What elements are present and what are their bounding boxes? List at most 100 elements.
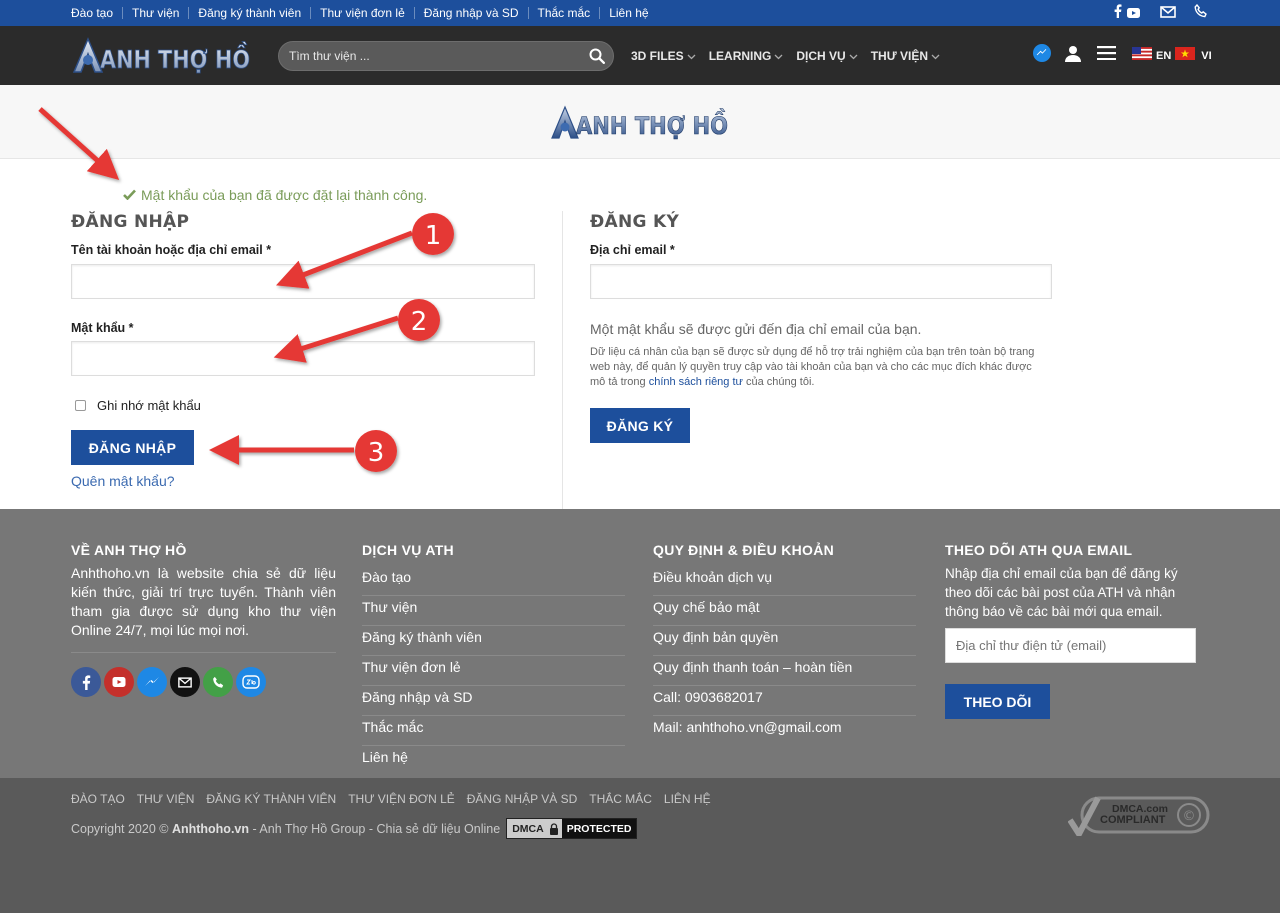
username-label: Tên tài khoản hoặc địa chỉ email * bbox=[71, 243, 271, 257]
password-label-text: Mật khẩu bbox=[71, 321, 126, 335]
remember-checkbox[interactable] bbox=[75, 400, 86, 411]
nav-dich-vu[interactable]: DỊCH VỤ bbox=[796, 49, 858, 63]
search-input[interactable] bbox=[279, 42, 569, 70]
youtube-icon[interactable] bbox=[1127, 5, 1140, 23]
footer-link[interactable]: Mail: anhthoho.vn@gmail.com bbox=[653, 716, 916, 746]
lang-en[interactable]: EN bbox=[1156, 50, 1171, 62]
nav-thu-vien[interactable]: THƯ VIỆN bbox=[871, 49, 940, 63]
username-field-wrap bbox=[71, 264, 535, 299]
footer-link[interactable]: Quy định bản quyền bbox=[653, 626, 916, 656]
bottom-link[interactable]: ĐĂNG KÝ THÀNH VIÊN bbox=[206, 792, 336, 806]
nav-label: 3D FILES bbox=[631, 48, 684, 63]
top-link-thac-mac[interactable]: Thắc mắc bbox=[529, 7, 601, 19]
nav-label: THƯ VIỆN bbox=[870, 48, 928, 63]
banner-logo: ANH THỢ HỒ bbox=[550, 105, 732, 146]
footer-link[interactable]: Thư viện đơn lẻ bbox=[362, 656, 625, 686]
footer-link[interactable]: Call: 0903682017 bbox=[653, 686, 916, 716]
footer-link[interactable]: Đăng ký thành viên bbox=[362, 626, 625, 656]
top-link-dao-tao[interactable]: Đào tạo bbox=[62, 7, 124, 19]
footer-policies: QUY ĐỊNH & ĐIỀU KHOẢN Điều khoản dịch vụ… bbox=[653, 542, 916, 746]
forgot-password-link[interactable]: Quên mật khẩu? bbox=[71, 473, 175, 489]
top-link-dang-nhap[interactable]: Đăng nhập và SD bbox=[415, 7, 529, 19]
nav-learning[interactable]: LEARNING bbox=[709, 49, 784, 63]
subscribe-email-field[interactable] bbox=[946, 629, 1195, 662]
copyright: Copyright 2020 © Anhthoho.vn - Anh Thợ H… bbox=[71, 818, 638, 839]
chevron-down-icon bbox=[687, 49, 696, 63]
nav-3d-files[interactable]: 3D FILES bbox=[631, 49, 696, 63]
facebook-icon[interactable] bbox=[1114, 4, 1122, 23]
header-actions: EN VI bbox=[1033, 26, 1212, 85]
footer-link[interactable]: Thư viện bbox=[362, 596, 625, 626]
bottom-link[interactable]: THƯ VIỆN bbox=[137, 792, 195, 806]
search-box bbox=[278, 41, 614, 71]
search-icon[interactable] bbox=[589, 48, 605, 69]
top-link-thu-vien[interactable]: Thư viện bbox=[123, 7, 190, 19]
password-label: Mật khẩu * bbox=[71, 321, 134, 335]
menu-icon[interactable] bbox=[1097, 46, 1116, 65]
nav-label: LEARNING bbox=[708, 48, 772, 63]
top-link-dang-ky[interactable]: Đăng ký thành viên bbox=[189, 7, 312, 19]
copyright-site[interactable]: Anhthoho.vn bbox=[172, 822, 249, 836]
register-email-wrap bbox=[590, 264, 1052, 299]
main-nav: 3D FILES LEARNING DỊCH VỤ THƯ VIỆN bbox=[631, 26, 953, 85]
bottom-link[interactable]: THƯ VIỆN ĐƠN LẺ bbox=[348, 792, 455, 806]
register-email-label-text: Địa chỉ email bbox=[590, 243, 667, 257]
remember-row: Ghi nhớ mật khẩu bbox=[75, 398, 201, 413]
chevron-down-icon bbox=[849, 49, 858, 63]
footer-services-heading: DỊCH VỤ ATH bbox=[362, 542, 454, 558]
site-logo[interactable]: ANH THỢ HỒ bbox=[72, 36, 252, 76]
privacy-policy-link[interactable]: chính sách riêng tư bbox=[649, 376, 743, 388]
us-flag-icon[interactable] bbox=[1132, 46, 1152, 65]
dmca-compliant-badge[interactable]: © DMCA.com COMPLIANT bbox=[1067, 794, 1210, 840]
footer-link[interactable]: Điều khoản dịch vụ bbox=[653, 566, 916, 596]
footer-link[interactable]: Quy định thanh toán – hoàn tiền bbox=[653, 656, 916, 686]
messenger-icon[interactable] bbox=[1033, 44, 1051, 67]
required-mark: * bbox=[266, 243, 272, 257]
bottom-links: ĐÀO TẠO THƯ VIỆN ĐĂNG KÝ THÀNH VIÊN THƯ … bbox=[71, 792, 723, 806]
login-heading: ĐĂNG NHẬP bbox=[71, 212, 190, 232]
required-mark: * bbox=[669, 243, 675, 257]
youtube-icon[interactable] bbox=[104, 667, 134, 697]
register-button[interactable]: ĐĂNG KÝ bbox=[590, 408, 690, 443]
facebook-icon[interactable] bbox=[71, 667, 101, 697]
phone-icon[interactable] bbox=[203, 667, 233, 697]
footer-link[interactable]: Đăng nhập và SD bbox=[362, 686, 625, 716]
subscribe-button[interactable]: THEO DÕI bbox=[945, 684, 1050, 719]
bottom-bar: ĐÀO TẠO THƯ VIỆN ĐĂNG KÝ THÀNH VIÊN THƯ … bbox=[0, 778, 1280, 913]
messenger-icon[interactable] bbox=[137, 667, 167, 697]
bottom-link[interactable]: ĐĂNG NHẬP VÀ SD bbox=[467, 792, 577, 806]
footer-link[interactable]: Quy chế bảo mật bbox=[653, 596, 916, 626]
footer: VỀ ANH THỢ HỒ Anhthoho.vn là website chi… bbox=[0, 509, 1280, 778]
bottom-link[interactable]: LIÊN HỆ bbox=[664, 792, 711, 806]
logo-text: ANH THỢ HỒ bbox=[100, 41, 250, 74]
email-icon[interactable] bbox=[170, 667, 200, 697]
lang-vi[interactable]: VI bbox=[1201, 50, 1211, 62]
top-link-lien-he[interactable]: Liên hệ bbox=[600, 7, 657, 19]
main-header: ANH THỢ HỒ 3D FILES LEARNING DỊCH VỤ THƯ… bbox=[0, 26, 1280, 85]
column-divider bbox=[562, 211, 563, 509]
footer-link[interactable]: Đào tạo bbox=[362, 566, 625, 596]
bottom-link[interactable]: THẮC MẮC bbox=[589, 792, 652, 806]
dmca-protected-badge[interactable]: DMCA PROTECTED bbox=[506, 818, 638, 839]
bottom-link[interactable]: ĐÀO TẠO bbox=[71, 792, 125, 806]
footer-link[interactable]: Liên hệ bbox=[362, 746, 625, 776]
phone-icon[interactable] bbox=[1194, 3, 1208, 23]
register-email-field[interactable] bbox=[591, 265, 1051, 298]
remember-label[interactable]: Ghi nhớ mật khẩu bbox=[97, 398, 201, 413]
account-icon[interactable] bbox=[1065, 45, 1081, 67]
zalo-icon[interactable] bbox=[236, 667, 266, 697]
top-link-thu-vien-don-le[interactable]: Thư viện đơn lẻ bbox=[311, 7, 415, 19]
footer-subscribe: THEO DÕI ATH QUA EMAIL Nhập địa chỉ emai… bbox=[945, 542, 1196, 719]
password-field-wrap bbox=[71, 341, 535, 376]
login-button[interactable]: ĐĂNG NHẬP bbox=[71, 430, 194, 465]
footer-link[interactable]: Thắc mắc bbox=[362, 716, 625, 746]
username-field[interactable] bbox=[72, 265, 534, 298]
password-field[interactable] bbox=[72, 342, 534, 375]
password-note: Một mật khẩu sẽ được gửi đến địa chỉ ema… bbox=[590, 321, 922, 337]
success-notice: Mật khẩu của bạn đã được đặt lại thành c… bbox=[123, 187, 427, 203]
footer-socials bbox=[71, 667, 336, 697]
subscribe-email-wrap bbox=[945, 628, 1196, 663]
vietnam-flag-icon[interactable] bbox=[1175, 46, 1196, 65]
footer-about: VỀ ANH THỢ HỒ Anhthoho.vn là website chi… bbox=[71, 542, 336, 697]
email-icon[interactable] bbox=[1160, 5, 1176, 23]
